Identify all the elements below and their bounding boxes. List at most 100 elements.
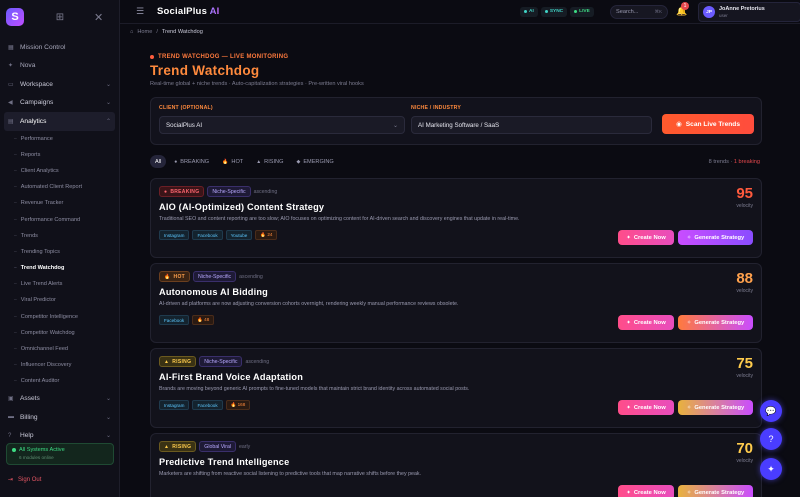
sidebar-subitem-label: Live Trend Alerts — [20, 281, 63, 288]
generate-strategy-button[interactable]: ✧ Generate Strategy — [678, 315, 753, 330]
create-now-button[interactable]: ✦ Create Now — [618, 400, 674, 415]
help-fab[interactable]: ? — [760, 428, 782, 450]
sidebar-subitem-revenue-tracker[interactable]: – Revenue Tracker — [0, 195, 119, 211]
sidebar-subitem-omnichannel-feed[interactable]: – Omnichannel Feed — [0, 341, 119, 357]
card-icon: ▬ — [8, 414, 14, 421]
sidebar-subitem-client-analytics[interactable]: – Client Analytics — [0, 163, 119, 179]
layout-icon[interactable]: ⊞ — [54, 11, 66, 23]
tab-rising[interactable]: ▲ RISING — [251, 155, 288, 168]
chat-fab[interactable]: 💬 — [760, 400, 782, 422]
sidebar-subitem-reports[interactable]: – Reports — [0, 147, 119, 163]
breadcrumb-home[interactable]: Home — [137, 29, 152, 35]
logo[interactable]: S — [6, 8, 24, 26]
sparkle-icon: ✦ — [626, 489, 631, 496]
card-title: AI-First Brand Voice Adaptation — [159, 372, 304, 382]
sidebar-subitem-viral-predictor[interactable]: – Viral Predictor — [0, 292, 119, 308]
sidebar-subitem-label: Client Analytics — [20, 167, 59, 174]
assistant-fab[interactable]: ✦ — [760, 458, 782, 480]
sidebar-item-nova[interactable]: ✦ Nova — [0, 57, 119, 76]
trend-count: 8 trends · 1 breaking — [709, 159, 760, 165]
sidebar-subitem-influencer-discovery[interactable]: – Influencer Discovery — [0, 357, 119, 373]
trend-count-text: 8 trends · — [708, 158, 733, 165]
tab-breaking[interactable]: ● BREAKING — [169, 155, 214, 168]
status-pill-sync: SYNC — [540, 6, 568, 17]
level-icon: ● — [164, 188, 168, 195]
sidebar-subitem-competitor-intelligence[interactable]: – Competitor Intelligence — [0, 309, 119, 325]
sidebar-subitem-trending-topics[interactable]: – Trending Topics — [0, 244, 119, 260]
tab-hot[interactable]: 🔥 HOT — [217, 155, 248, 168]
sidebar-item-campaigns[interactable]: ◀ Campaigns ⌄ — [0, 94, 119, 113]
scan-live-trends-button[interactable]: ◉ Scan Live Trends — [662, 114, 754, 134]
platform-chip: Instagram — [159, 230, 190, 240]
generate-strategy-button[interactable]: ✧ Generate Strategy — [678, 230, 753, 245]
dash-icon: – — [14, 248, 17, 255]
create-now-label: Create Now — [633, 404, 666, 411]
card-description: Traditional SEO and content reporting ar… — [159, 216, 520, 222]
close-icon[interactable]: ✕ — [94, 11, 103, 24]
create-now-button[interactable]: ✦ Create Now — [618, 230, 674, 245]
sidebar-subitem-automated-client-report[interactable]: – Automated Client Report — [0, 179, 119, 195]
content: TREND WATCHDOG — LIVE MONITORING Trend W… — [150, 54, 762, 497]
card-title: AIO (AI-Optimized) Content Strategy — [159, 202, 325, 212]
search-input[interactable]: Search... ⌘K — [610, 4, 668, 19]
level-badge: ▲ RISING — [159, 356, 197, 367]
trend-card: ● BREAKING Niche-Specific ascending AIO (AI-… — [150, 178, 762, 258]
sparkle-icon: ✦ — [626, 234, 631, 241]
score-value: 95 — [736, 185, 753, 202]
chevron-down-icon: ⌄ — [105, 414, 111, 421]
score-label: velocity — [736, 458, 753, 464]
sidebar-subitem-competitor-watchdog[interactable]: – Competitor Watchdog — [0, 325, 119, 341]
velocity-score: 88 velocity — [736, 271, 753, 294]
breadcrumb-current: Trend Watchdog — [161, 29, 203, 35]
create-now-label: Create Now — [633, 234, 666, 241]
niche-badge: Niche-Specific — [193, 271, 237, 282]
sidebar-subitem-trend-watchdog[interactable]: – Trend Watchdog — [0, 260, 119, 276]
sidebar-subitem-content-auditor[interactable]: – Content Auditor — [0, 373, 119, 389]
sparkle-icon: ✦ — [626, 319, 631, 326]
sidebar-subitem-performance-command[interactable]: – Performance Command — [0, 211, 119, 227]
client-select[interactable]: SocialPlus AI ⌄ — [159, 116, 405, 134]
sidebar-subitem-label: Reports — [20, 151, 41, 158]
folder-icon: ▭ — [8, 81, 14, 88]
sidebar-item-billing[interactable]: ▬ Billing ⌄ — [0, 408, 119, 427]
create-now-button[interactable]: ✦ Create Now — [618, 315, 674, 330]
generate-strategy-button[interactable]: ✧ Generate Strategy — [678, 400, 753, 415]
card-actions: ✦ Create Now ✧ Generate Strategy — [618, 230, 753, 245]
sidebar-item-workspace[interactable]: ▭ Workspace ⌄ — [0, 75, 119, 94]
sign-out-label: Sign Out — [18, 476, 42, 483]
dash-icon: – — [14, 216, 17, 223]
sign-out-button[interactable]: ⇥ Sign Out — [8, 476, 42, 484]
sidebar-subitem-live-trend-alerts[interactable]: – Live Trend Alerts — [0, 276, 119, 292]
niche-badge: Niche-Specific — [207, 186, 251, 197]
sidebar-subitem-performance[interactable]: – Performance — [0, 131, 119, 147]
generate-strategy-button[interactable]: ✧ Generate Strategy — [678, 485, 753, 497]
sidebar-subitem-label: Omnichannel Feed — [20, 346, 69, 353]
sidebar-item-assets[interactable]: ▣ Assets ⌄ — [0, 390, 119, 409]
radar-icon: ◉ — [675, 121, 682, 128]
score-value: 88 — [736, 270, 753, 287]
niche-badge: Niche-Specific — [199, 356, 243, 367]
scan-label: Scan Live Trends — [685, 120, 740, 128]
user-menu[interactable]: JP JoAnne Pretorius user — [698, 2, 800, 22]
user-role: user — [719, 13, 728, 18]
menu-icon[interactable]: ☰ — [136, 6, 144, 17]
niche-input[interactable]: AI Marketing Software / SaaS — [411, 116, 652, 134]
tab-all[interactable]: All — [150, 155, 167, 168]
level-badge: 🔥 HOT — [159, 271, 190, 282]
sidebar-subitem-trends[interactable]: – Trends — [0, 228, 119, 244]
metric-chip: 🔥 48 — [192, 315, 215, 325]
sidebar-item-mission-control[interactable]: ▦ Mission Control — [0, 38, 119, 57]
status-pill-ai: AI — [520, 6, 538, 17]
create-now-button[interactable]: ✦ Create Now — [618, 485, 674, 497]
dash-icon: – — [14, 362, 17, 369]
level-icon: ▲ — [164, 358, 170, 365]
niche-badge: Global Viral — [199, 441, 237, 452]
trend-card: ▲ RISING Niche-Specific ascending AI-First B… — [150, 348, 762, 428]
level-badge: ● BREAKING — [159, 186, 205, 197]
score-label: velocity — [736, 373, 753, 379]
tab-emerging[interactable]: ◆ EMERGING — [291, 155, 338, 168]
sidebar-item-analytics[interactable]: ▤ Analytics ⌃ — [4, 112, 115, 131]
bell-icon[interactable]: 🔔 1 — [676, 2, 689, 17]
create-now-label: Create Now — [633, 489, 666, 496]
dash-icon: – — [14, 281, 17, 288]
